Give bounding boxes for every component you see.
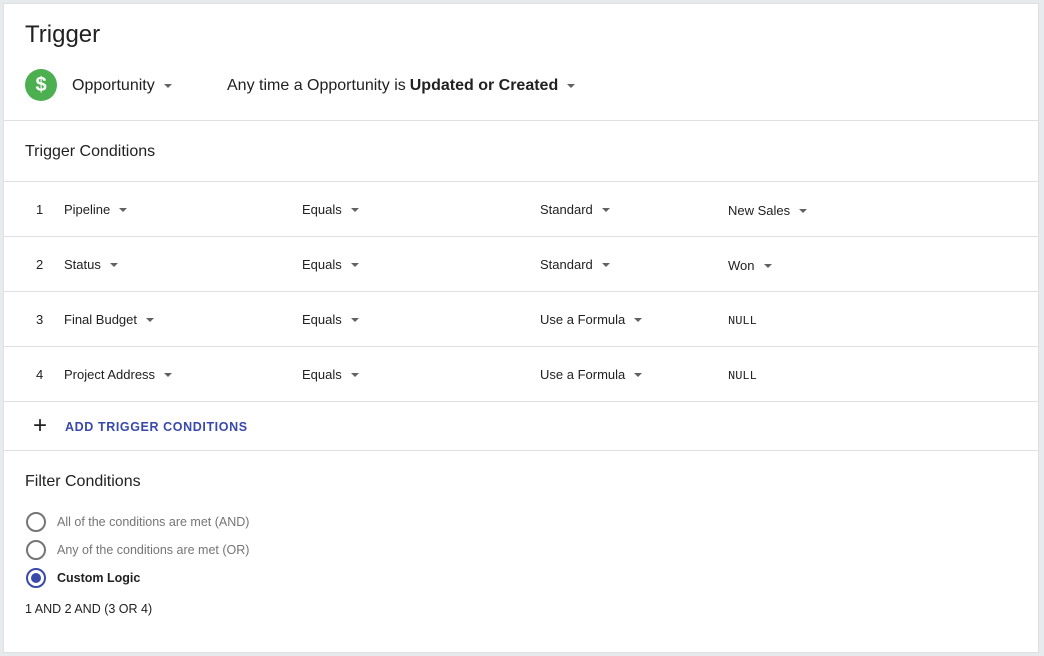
radio-button[interactable] <box>26 540 46 560</box>
chevron-down-icon <box>634 317 643 322</box>
condition-number: 2 <box>36 257 44 272</box>
chevron-down-icon <box>799 208 808 213</box>
chevron-down-icon <box>601 207 610 212</box>
value-type-select[interactable]: Standard <box>540 257 610 272</box>
object-select-label: Opportunity <box>72 77 155 94</box>
condition-number: 4 <box>36 367 44 382</box>
field-select[interactable]: Project Address <box>64 367 173 382</box>
event-select[interactable]: Any time a Opportunity is Updated or Cre… <box>227 77 576 95</box>
radio-button[interactable] <box>26 568 46 588</box>
trigger-conditions-header: Trigger Conditions <box>4 121 1038 182</box>
field-label: Final Budget <box>64 312 137 327</box>
chevron-down-icon <box>163 84 172 88</box>
value-select[interactable]: Won <box>728 258 772 273</box>
page-title: Trigger <box>25 21 101 48</box>
filter-conditions-title: Filter Conditions <box>25 473 141 490</box>
add-trigger-conditions-button[interactable]: ADD TRIGGER CONDITIONS <box>65 420 248 434</box>
chevron-down-icon <box>109 262 118 267</box>
operator-label: Equals <box>302 367 342 382</box>
value-select[interactable]: New Sales <box>728 203 808 218</box>
chevron-down-icon <box>350 317 359 322</box>
value-type-select[interactable]: Use a Formula <box>540 367 643 382</box>
field-label: Status <box>64 257 101 272</box>
value-type-select[interactable]: Use a Formula <box>540 312 643 327</box>
radio-option-and[interactable]: All of the conditions are met (AND) <box>26 512 249 532</box>
chevron-down-icon <box>634 372 643 377</box>
trigger-conditions-title: Trigger Conditions <box>25 143 156 160</box>
radio-button[interactable] <box>26 512 46 532</box>
radio-label: Custom Logic <box>57 571 141 585</box>
condition-number: 1 <box>36 202 44 217</box>
radio-option-or[interactable]: Any of the conditions are met (OR) <box>26 540 249 560</box>
dollar-icon: $ <box>25 69 57 101</box>
condition-row: 2 Status Equals Standard Won <box>4 237 1038 292</box>
chevron-down-icon <box>350 207 359 212</box>
field-label: Project Address <box>64 367 156 382</box>
value-type-select[interactable]: Standard <box>540 202 610 217</box>
event-prefix: Any time a Opportunity is <box>227 77 406 94</box>
plus-icon[interactable]: + <box>33 414 47 438</box>
value-label: Won <box>728 258 755 273</box>
chevron-down-icon <box>350 262 359 267</box>
trigger-header: Trigger $ Opportunity Any time a Opportu… <box>4 4 1038 121</box>
event-value: Updated or Created <box>409 77 559 94</box>
value-type-label: Standard <box>540 257 593 272</box>
chevron-down-icon <box>763 263 772 268</box>
chevron-down-icon <box>350 372 359 377</box>
operator-select[interactable]: Equals <box>302 312 359 327</box>
value-type-label: Standard <box>540 202 593 217</box>
value-type-label: Use a Formula <box>540 312 626 327</box>
operator-select[interactable]: Equals <box>302 257 359 272</box>
operator-label: Equals <box>302 257 342 272</box>
filter-conditions-section: Filter Conditions All of the conditions … <box>4 451 1038 651</box>
value-type-label: Use a Formula <box>540 367 626 382</box>
value-label: New Sales <box>728 203 791 218</box>
chevron-down-icon <box>164 372 173 377</box>
chevron-down-icon <box>146 317 154 322</box>
chevron-down-icon <box>567 84 576 88</box>
condition-row: 3 Final Budget Equals Use a Formula NULL <box>4 292 1038 347</box>
field-select[interactable]: Pipeline <box>64 202 128 217</box>
object-select[interactable]: Opportunity <box>72 77 172 95</box>
condition-row: 4 Project Address Equals Use a Formula NULL <box>4 347 1038 402</box>
operator-label: Equals <box>302 312 342 327</box>
chevron-down-icon <box>119 207 128 212</box>
field-select[interactable]: Status <box>64 257 118 272</box>
trigger-card: Trigger $ Opportunity Any time a Opportu… <box>3 3 1039 653</box>
custom-logic-expression[interactable]: 1 AND 2 AND (3 OR 4) <box>25 602 152 616</box>
condition-row: 1 Pipeline Equals Standard New Sales <box>4 182 1038 237</box>
formula-value[interactable]: NULL <box>728 314 757 328</box>
operator-select[interactable]: Equals <box>302 202 359 217</box>
operator-label: Equals <box>302 202 342 217</box>
radio-label: All of the conditions are met (AND) <box>57 515 250 529</box>
radio-label: Any of the conditions are met (OR) <box>57 543 250 557</box>
field-select[interactable]: Final Budget <box>64 312 154 327</box>
trigger-conditions-list: 1 Pipeline Equals Standard New Sales 2 Status E… <box>4 182 1038 402</box>
formula-value[interactable]: NULL <box>728 369 757 383</box>
operator-select[interactable]: Equals <box>302 367 359 382</box>
field-label: Pipeline <box>64 202 111 217</box>
chevron-down-icon <box>601 262 610 267</box>
add-condition-row: + ADD TRIGGER CONDITIONS <box>4 402 1038 451</box>
condition-number: 3 <box>36 312 44 327</box>
radio-option-custom-logic[interactable]: Custom Logic <box>26 568 140 588</box>
